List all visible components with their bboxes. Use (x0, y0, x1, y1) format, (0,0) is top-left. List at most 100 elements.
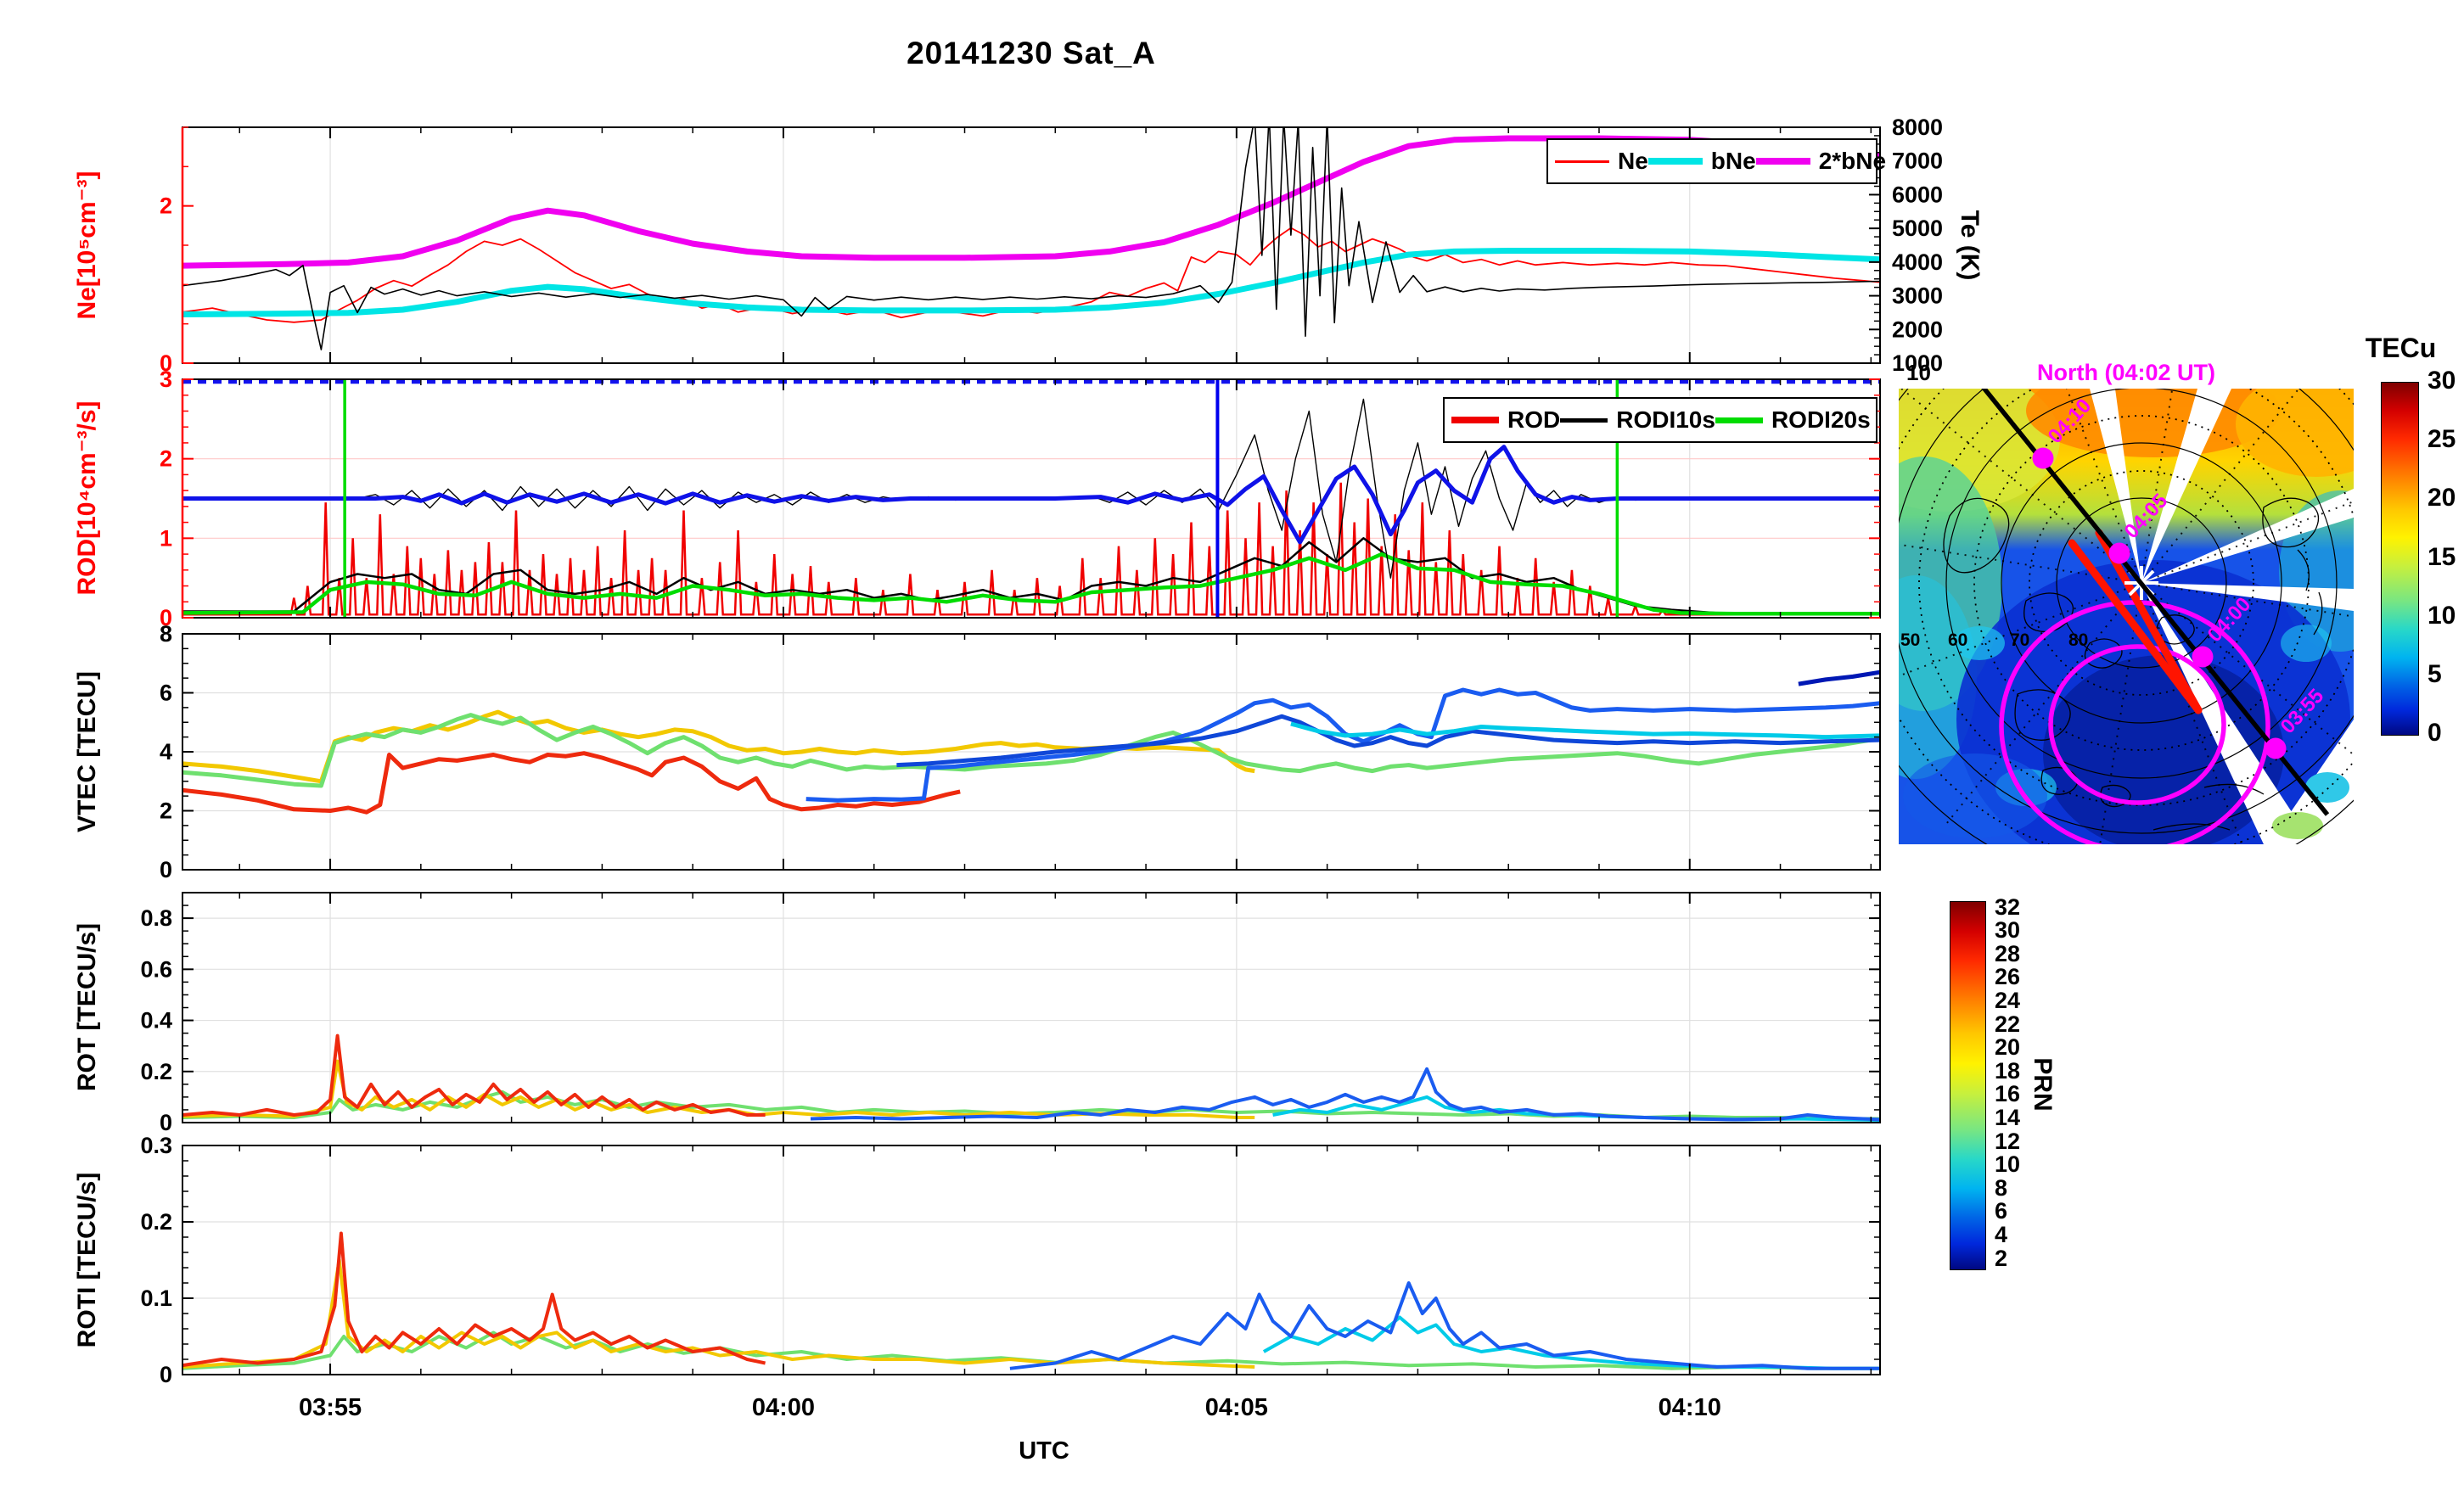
colorbar-tick-label: 32 (1995, 895, 2020, 919)
y-tick-label: 1 (160, 525, 172, 551)
series-prn-red (182, 1234, 766, 1366)
y-tick-label: 8 (160, 621, 172, 647)
colorbar-tick-label: 18 (1995, 1059, 2020, 1083)
lat-label: 60 (1948, 630, 1967, 650)
legend-label: bNe (1711, 148, 1756, 175)
prn-colorbar (1950, 901, 1986, 1270)
y-tick-label: 2 (160, 798, 172, 824)
te-tick-label: 4000 (1892, 249, 1943, 275)
x-tick-label: 04:00 (752, 1394, 815, 1421)
te-tick-label: 3000 (1892, 283, 1943, 309)
legend-item: RODI20s (1715, 406, 1871, 434)
y-tick-label: 0.2 (140, 1209, 172, 1235)
colorbar-tick-label: 14 (1995, 1106, 2020, 1129)
y-tick-label: 0.3 (140, 1133, 172, 1158)
series-prn-darkblue (1799, 672, 1880, 684)
colorbar-tick-label: 24 (1995, 989, 2020, 1012)
polar-tec-map: 04:10 04:05 04:00 03:55 50 60 70 80 (1899, 389, 2354, 844)
colorbar-tick-label: 22 (1995, 1012, 2020, 1036)
y-tick-label: 6 (160, 681, 172, 706)
te-tick-label: 6000 (1892, 182, 1943, 207)
colorbar-tick-label: 30 (1995, 918, 2020, 942)
colorbar-tick-label: 20 (1995, 1035, 2020, 1059)
ne-line-swatch (1555, 160, 1609, 163)
y-tick-label: 0.8 (140, 905, 172, 931)
y-tick-label: 0.6 (140, 956, 172, 982)
ylabel-rod: ROD[10⁴cm⁻³/s] (70, 354, 104, 642)
ticks (182, 893, 1880, 1123)
y-tick-label: 4 (160, 739, 172, 765)
series-prn-cyan (1291, 724, 1880, 737)
track-dot-0355 (2265, 738, 2287, 759)
x-axis-label: UTC (946, 1437, 1142, 1465)
legend-item: Ne (1555, 148, 1648, 175)
legend-ne: Ne bNe 2*bNe (1546, 138, 1877, 184)
y-tick-label: 0 (160, 1362, 172, 1387)
colorbar-tick-label: 16 (1995, 1082, 2020, 1106)
lat-label: 70 (2010, 630, 2029, 650)
prn-colorbar-label: PRN (2025, 1017, 2059, 1152)
series-prn-cyan (1264, 1318, 1880, 1369)
series-blue-mid (182, 447, 1880, 542)
colorbar-tick-label: 2 (1995, 1246, 2007, 1270)
bne-line-swatch (1648, 158, 1703, 165)
legend-item: 2*bNe (1756, 148, 1886, 175)
map-patch (2272, 812, 2323, 839)
colorbar-tick-label: 26 (1995, 965, 2020, 989)
colorbar-tick-label: 30 (2428, 369, 2456, 393)
x-tick-label: 04:10 (1659, 1394, 1721, 1421)
page-title: 20141230 Sat_A (182, 36, 1880, 71)
map-patch (2281, 625, 2332, 662)
colorbar-tick-label: 10 (1995, 1152, 2020, 1176)
ylabel-rot: ROT [TECU/s] (70, 880, 104, 1134)
y-tick-label: 0.4 (140, 1008, 172, 1033)
figure-page: 0210002000300040005000600070008000012302… (0, 0, 2464, 1490)
legend-item: bNe (1648, 148, 1756, 175)
colorbar-tick-label: 28 (1995, 942, 2020, 966)
ticks (182, 1146, 1880, 1375)
rod-line-swatch (1451, 417, 1499, 423)
legend-label: RODI10s (1616, 406, 1715, 434)
colorbar-tick-label: 15 (2428, 546, 2456, 569)
track-dot-0405 (2109, 543, 2130, 564)
ylabel-roti: ROTI [TECU/s] (70, 1133, 104, 1387)
y-tick-label: 0.1 (140, 1286, 172, 1311)
panel-roti: 00.10.20.303:5504:0004:0504:10 (140, 1133, 1880, 1421)
map-title: North (04:02 UT) (1999, 360, 2254, 386)
colorbar-tick-label: 0 (2428, 721, 2442, 745)
panel-vtec: 0 2 4 6 8 (160, 621, 1880, 882)
legend-label: Ne (1618, 148, 1648, 175)
series-prn-blue (1010, 1283, 1880, 1369)
y-tick-label: 3 (160, 367, 172, 392)
colorbar-tick-label: 4 (1995, 1223, 2007, 1246)
series-prn-green (182, 715, 1880, 786)
legend-item: ROD (1451, 406, 1560, 434)
y-tick-label: 0 (160, 1110, 172, 1135)
colorbar-tick-label: 5 (2428, 663, 2442, 686)
ylabel-ne: Ne[10⁵cm⁻³] (70, 105, 104, 385)
y-tick-label: 2 (160, 446, 172, 472)
colorbar-tick-label: 12 (1995, 1129, 2020, 1153)
lat-label: 50 (1900, 630, 1920, 650)
bbne-line-swatch (1756, 158, 1810, 165)
track-dot-0400 (2192, 647, 2214, 668)
panel-rot: 0 0.2 0.4 0.6 0.8 (140, 893, 1880, 1135)
y-tick-label: 0 (160, 857, 172, 882)
rodi20-line-swatch (1715, 417, 1763, 423)
colorbar-tick-label: 10 (2428, 604, 2456, 628)
x-tick-label: 04:05 (1205, 1394, 1268, 1421)
polar-map-svg: 04:10 04:05 04:00 03:55 50 60 70 80 (1899, 389, 2354, 844)
panel-border (182, 1146, 1880, 1375)
te-tick-label: 8000 (1892, 115, 1943, 140)
colorbar-tick-label: 6 (1995, 1199, 2007, 1223)
legend-label: RODI20s (1771, 406, 1871, 434)
ylabel-te: Te (K) (1952, 177, 1986, 313)
track-dot-0410 (2033, 448, 2054, 469)
y-tick-label: 0.2 (140, 1059, 172, 1084)
tecu-colorbar-title: TECu (2348, 333, 2454, 364)
colorbar-tick-label: 20 (2428, 486, 2456, 510)
legend-item: RODI10s (1560, 406, 1715, 434)
te-tick-label: 2000 (1892, 316, 1943, 342)
y-tick-label: 2 (160, 193, 172, 219)
colorbar-tick-label: 8 (1995, 1176, 2007, 1200)
